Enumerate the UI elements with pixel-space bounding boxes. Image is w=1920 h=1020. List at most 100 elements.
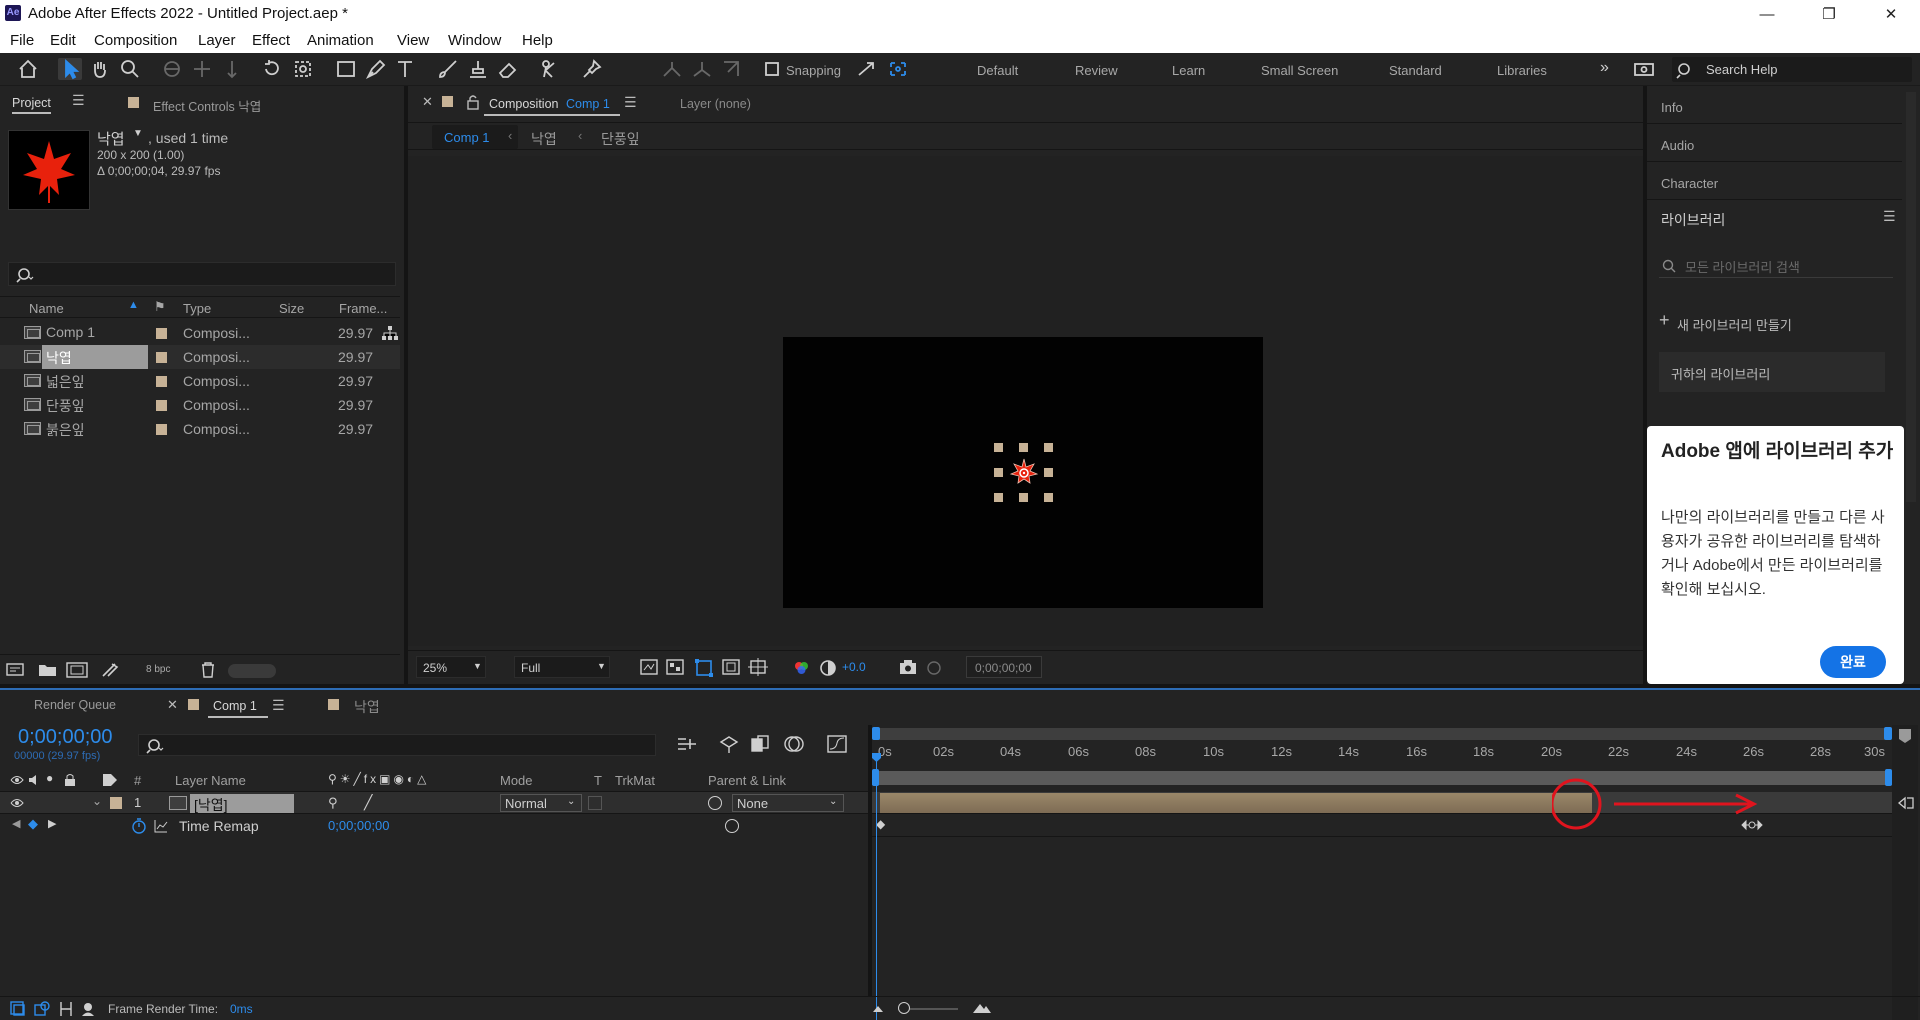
align-world-axis-icon[interactable]: [690, 58, 714, 80]
preserve-transparency-checkbox[interactable]: [588, 796, 602, 810]
resolution-dropdown[interactable]: Full ▼: [514, 656, 610, 678]
layer-handle[interactable]: [994, 468, 1003, 477]
preview-dropdown-icon[interactable]: ▼: [133, 128, 143, 139]
layer-duration-bar[interactable]: [880, 793, 1592, 813]
library-search-input[interactable]: 모든 라이브러리 검색: [1659, 252, 1893, 278]
shy-switch-icon[interactable]: ⚲: [328, 795, 338, 811]
snap-to-grid-icon[interactable]: [886, 58, 910, 80]
menu-help[interactable]: Help: [522, 32, 553, 49]
close-button[interactable]: ✕: [1868, 0, 1914, 29]
column-size[interactable]: Size: [279, 301, 304, 316]
panel-menu-icon[interactable]: ☰: [72, 92, 85, 109]
work-area-end-handle[interactable]: [1885, 769, 1892, 786]
panel-menu-icon[interactable]: ☰: [272, 697, 285, 714]
more-workspaces-button[interactable]: »: [1600, 59, 1609, 77]
selection-tool-icon[interactable]: [58, 58, 82, 80]
column-trkmat[interactable]: TrkMat: [615, 773, 655, 788]
panel-menu-icon[interactable]: ☰: [624, 94, 637, 111]
tab-effect-controls[interactable]: Effect Controls 낙엽: [153, 96, 261, 115]
help-search-box[interactable]: Search Help: [1672, 57, 1912, 82]
label-swatch[interactable]: [156, 352, 167, 363]
plus-icon[interactable]: +: [1659, 310, 1670, 331]
layer-handle[interactable]: [1044, 493, 1053, 502]
current-time-indicator[interactable]: [876, 755, 877, 1020]
tab-project[interactable]: Project: [12, 96, 51, 110]
navigator-end-handle[interactable]: [1884, 727, 1892, 740]
keyframe-diamond-icon[interactable]: ◆: [28, 816, 38, 832]
layer-label-swatch[interactable]: [110, 797, 122, 809]
menu-effect[interactable]: Effect: [252, 32, 290, 49]
workspace-default[interactable]: Default: [977, 63, 1018, 78]
layer-handle[interactable]: [994, 493, 1003, 502]
panel-info[interactable]: Info: [1647, 90, 1902, 124]
new-library-button[interactable]: 새 라이브러리 만들기: [1677, 315, 1792, 334]
column-frame-rate[interactable]: Frame...: [339, 301, 387, 316]
timeline-graph-area[interactable]: 0s 02s 04s 06s 08s 10s 12s 14s 16s 18s 2…: [872, 725, 1920, 1020]
current-time[interactable]: 0;00;00;00: [18, 726, 113, 749]
menu-edit[interactable]: Edit: [50, 32, 76, 49]
layer-name[interactable]: [낙엽]: [194, 795, 228, 815]
panel-scrollbar[interactable]: [1906, 92, 1916, 502]
project-item[interactable]: 넓은잎 Composi... 29.97: [0, 369, 400, 393]
exposure-value[interactable]: +0.0: [842, 660, 866, 674]
breadcrumb-danpungip[interactable]: 단풍잎: [601, 129, 640, 149]
layer-handle[interactable]: [1044, 468, 1053, 477]
breadcrumb-nakyeop[interactable]: 낙엽: [531, 129, 557, 149]
roto-brush-tool-icon[interactable]: [538, 58, 562, 80]
type-tool-icon[interactable]: [394, 58, 418, 80]
panel-audio[interactable]: Audio: [1647, 128, 1902, 162]
home-icon[interactable]: [16, 58, 40, 80]
keyframe-icon[interactable]: ◆: [876, 817, 885, 831]
project-search-input[interactable]: [8, 262, 396, 286]
breadcrumb-comp-1[interactable]: Comp 1: [444, 130, 490, 145]
layer-row[interactable]: ⌄ 1 [낙엽] ⚲ ╱ Normal ⌄ None ⌄: [0, 792, 868, 814]
column-type[interactable]: Type: [183, 301, 211, 316]
workspace-libraries[interactable]: Libraries: [1497, 63, 1547, 78]
menu-window[interactable]: Window: [448, 32, 501, 49]
work-area-navigator[interactable]: [872, 728, 1892, 740]
zoom-dropdown[interactable]: 25% ▼: [416, 656, 486, 678]
time-ruler[interactable]: 0s 02s 04s 06s 08s 10s 12s 14s 16s 18s 2…: [872, 740, 1892, 768]
composition-viewer[interactable]: [408, 156, 1643, 646]
column-parent-link[interactable]: Parent & Link: [708, 773, 786, 788]
pan-camera-tool-icon[interactable]: [190, 58, 214, 80]
hand-tool-icon[interactable]: [88, 58, 112, 80]
clone-stamp-tool-icon[interactable]: [466, 58, 490, 80]
mode-dropdown[interactable]: Normal ⌄: [500, 794, 582, 812]
label-swatch[interactable]: [156, 328, 167, 339]
close-tab-icon[interactable]: ✕: [167, 697, 178, 713]
layer-handle[interactable]: [1019, 493, 1028, 502]
project-item-selected[interactable]: 낙엽 Composi... 29.97: [0, 345, 400, 369]
libraries-menu-icon[interactable]: ☰: [1883, 208, 1896, 225]
column-name[interactable]: Name: [29, 301, 64, 316]
layer-handle[interactable]: [994, 443, 1003, 452]
layer-handle[interactable]: [1019, 443, 1028, 452]
menu-view[interactable]: View: [397, 32, 429, 49]
project-item[interactable]: 단풍잎 Composi... 29.97: [0, 393, 400, 417]
panel-character[interactable]: Character: [1647, 166, 1902, 200]
next-keyframe-icon[interactable]: ▶: [48, 817, 56, 830]
menu-animation[interactable]: Animation: [307, 32, 374, 49]
label-swatch[interactable]: [156, 424, 167, 435]
expand-layer-icon[interactable]: ⌄: [92, 794, 102, 808]
tab-comp-1-timeline[interactable]: Comp 1: [213, 699, 257, 713]
brush-tool-icon[interactable]: [436, 58, 460, 80]
previous-keyframe-icon[interactable]: ◀: [12, 817, 20, 830]
property-value[interactable]: 0;00;00;00: [328, 818, 389, 833]
puppet-pin-tool-icon[interactable]: [580, 58, 604, 80]
timeline-search-input[interactable]: [138, 734, 656, 756]
current-time-display[interactable]: 0;00;00;00: [966, 656, 1042, 678]
label-column-icon[interactable]: ⚑: [154, 299, 166, 315]
rectangle-tool-icon[interactable]: [334, 58, 358, 80]
parent-dropdown[interactable]: None ⌄: [732, 794, 844, 812]
your-library-item[interactable]: 귀하의 라이브러리: [1659, 352, 1885, 392]
label-swatch[interactable]: [156, 400, 167, 411]
close-tab-icon[interactable]: ✕: [422, 94, 433, 110]
timeline-zoom-thumb[interactable]: [898, 1002, 910, 1014]
column-mode[interactable]: Mode: [500, 773, 533, 788]
orbit-camera-tool-icon[interactable]: [160, 58, 184, 80]
sort-ascending-icon[interactable]: ▲: [128, 299, 139, 311]
bit-depth-button[interactable]: 8 bpc: [146, 664, 170, 675]
project-item-comp-1[interactable]: Comp 1 Composi... 29.97: [0, 321, 400, 345]
minimize-button[interactable]: —: [1744, 0, 1790, 29]
